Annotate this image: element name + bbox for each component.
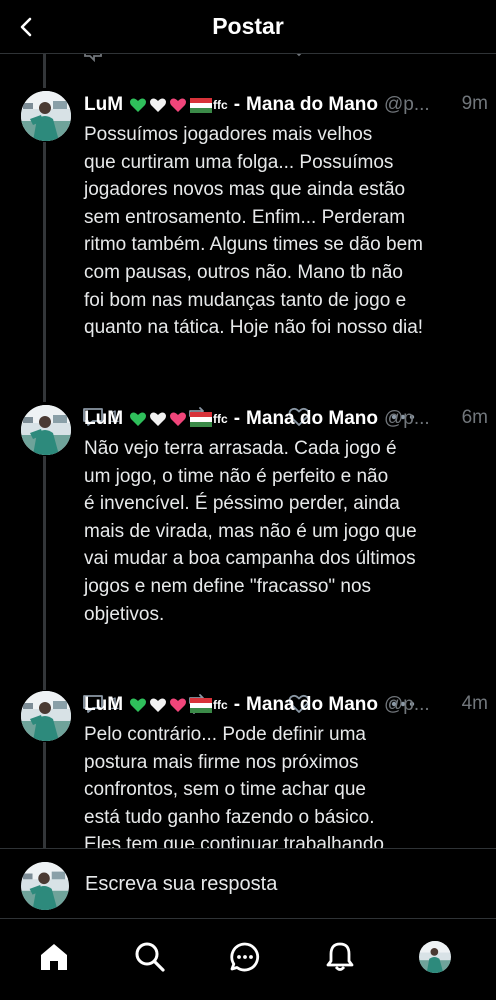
avatar[interactable] (21, 91, 71, 141)
text-line: quanto na tática. Hoje não foi nosso dia… (84, 317, 424, 339)
name-superscript: ffc (213, 412, 228, 426)
text-line: um jogo, o time não é perfeito e não (84, 465, 389, 487)
nav-messages[interactable] (225, 937, 265, 977)
flag-icon (190, 97, 213, 113)
display-name-suffix: Mana do Mano (246, 408, 378, 429)
timestamp[interactable]: 6m (462, 407, 488, 429)
text-line: que curtiram uma folga... Possuímos (84, 151, 394, 173)
profile-avatar (419, 941, 451, 973)
search-icon (135, 942, 165, 972)
thread-line (43, 742, 46, 848)
text-line: objetivos. (84, 603, 165, 625)
text-line: com pausas, outros não. Mano tb não (84, 261, 403, 283)
pink-heart-icon (170, 98, 187, 112)
tweet-header: LuM ffc - Mana do Mano @p... 4m (84, 691, 488, 719)
tweet-text: Pelo contrário... Pode definir uma postu… (84, 721, 484, 848)
tweet-header: LuM ffc - Mana do Mano @p... 6m (84, 405, 488, 433)
notifications-icon (326, 942, 354, 971)
text-line: jogos e nem define "fracasso" nos (84, 575, 372, 597)
home-icon (41, 944, 67, 970)
nav-profile[interactable] (415, 937, 455, 977)
name-separator: - (233, 408, 241, 429)
handle[interactable]: @p... (384, 408, 430, 430)
text-line: foi bom nas mudanças tanto de jogo e (84, 289, 407, 311)
flag-icon (190, 697, 213, 713)
pink-heart-icon (170, 698, 187, 712)
text-line: está tudo ganho fazendo o básico. (84, 806, 375, 828)
bottom-navigation (0, 918, 496, 1000)
text-line: Pelo contrário... Pode definir uma (84, 724, 366, 745)
nav-search[interactable] (130, 937, 170, 977)
text-line: mais de virada, mas não é um jogo que (84, 520, 417, 542)
text-line: vai mudar a boa campanha dos últimos (84, 548, 416, 570)
tweet-header: LuM ffc - Mana do Mano @p... 9m (84, 91, 488, 119)
messages-icon (230, 942, 260, 972)
avatar[interactable] (21, 691, 71, 741)
text-line: jogadores novos mas que ainda estão (84, 179, 406, 201)
text-line: Possuímos jogadores mais velhos (84, 124, 373, 145)
display-name[interactable]: LuM (84, 408, 123, 430)
timestamp[interactable]: 9m (462, 93, 488, 115)
text-line: confrontos, sem o time achar que (84, 779, 366, 801)
handle[interactable]: @p... (384, 694, 430, 716)
white-heart-icon (150, 698, 167, 712)
name-separator: - (233, 694, 241, 715)
text-line: ritmo também. Alguns times se dão bem (84, 234, 423, 256)
display-name-suffix: Mana do Mano (246, 694, 378, 715)
chevron-down-icon (296, 54, 302, 57)
green-heart-icon (130, 412, 147, 426)
avatar[interactable] (21, 405, 71, 455)
white-heart-icon (150, 412, 167, 426)
timestamp[interactable]: 4m (462, 693, 488, 715)
thread-feed[interactable]: LuM ffc - Mana do Mano @p... 9m Possuímo… (0, 54, 496, 848)
avatar (21, 862, 69, 910)
handle[interactable]: @p... (384, 94, 430, 116)
text-line: é invencível. É péssimo perder, ainda (84, 493, 400, 515)
text-line: sem entrosamento. Enfim... Perderam (84, 206, 406, 228)
text-line: Eles tem que continuar trabalhando (84, 834, 384, 848)
display-name[interactable]: LuM (84, 94, 123, 116)
top-bar: Postar (0, 0, 496, 54)
nav-notifications[interactable] (320, 937, 360, 977)
reply-composer[interactable]: Escreva sua resposta (0, 848, 496, 918)
tweet-text: Possuímos jogadores mais velhos que curt… (84, 121, 484, 342)
text-line: postura mais firme nos próximos (84, 751, 359, 773)
text-line: Não vejo terra arrasada. Cada jogo é (84, 438, 397, 459)
green-heart-icon (130, 698, 147, 712)
page-title: Postar (212, 13, 284, 39)
thread-line (43, 456, 46, 690)
pink-heart-icon (170, 412, 187, 426)
reply-input[interactable]: Escreva sua resposta (85, 873, 277, 896)
nav-home[interactable] (34, 937, 74, 977)
display-name-suffix: Mana do Mano (246, 94, 378, 115)
tweet-text: Não vejo terra arrasada. Cada jogo é um … (84, 435, 484, 628)
green-heart-icon (130, 98, 147, 112)
flag-icon (190, 411, 213, 427)
reply-icon (84, 54, 102, 62)
white-heart-icon (150, 98, 167, 112)
display-name[interactable]: LuM (84, 694, 123, 716)
name-superscript: ffc (213, 98, 228, 112)
name-separator: - (233, 94, 241, 115)
thread-line (43, 142, 46, 402)
thread-line (43, 54, 46, 88)
name-superscript: ffc (213, 698, 228, 712)
